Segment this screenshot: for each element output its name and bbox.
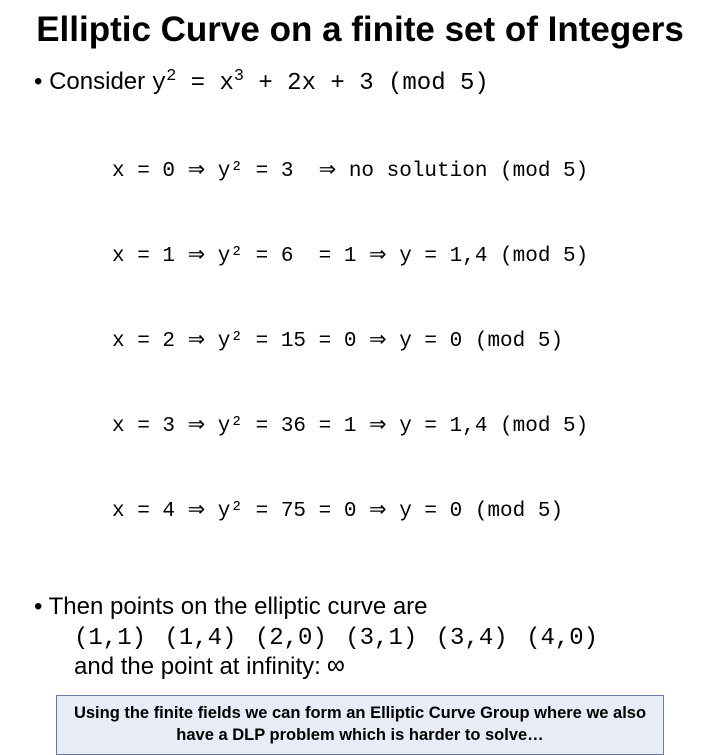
slide-title: Elliptic Curve on a finite set of Intege… (34, 10, 686, 50)
eq-y: y (152, 70, 166, 97)
eq-tail: + 2x + 3 (mod 5) (244, 70, 489, 97)
equation: y2 = x3 + 2x + 3 (mod 5) (152, 70, 489, 97)
infinity-symbol: ∞ (328, 652, 345, 683)
eq-sup2: 3 (234, 67, 244, 86)
points-tail: and the point at infinity: ∞ (74, 652, 686, 683)
computation-row: x = 2 ⇒ y² = 15 = 0 ⇒ y = 0 (mod 5) (112, 328, 686, 356)
computation-block: x = 0 ⇒ y² = 3 ⇒ no solution (mod 5) x =… (112, 101, 686, 583)
computation-row: x = 4 ⇒ y² = 75 = 0 ⇒ y = 0 (mod 5) (112, 498, 686, 526)
points-block: (1,1) (1,4) (2,0) (3,1) (3,4) (4,0) and … (74, 625, 686, 683)
footer-note: Using the finite fields we can form an E… (56, 695, 664, 755)
points-list: (1,1) (1,4) (2,0) (3,1) (3,4) (4,0) (74, 625, 686, 652)
points-tail-text: and the point at infinity: (74, 653, 328, 680)
computation-row: x = 1 ⇒ y² = 6 = 1 ⇒ y = 1,4 (mod 5) (112, 243, 686, 271)
computation-row: x = 0 ⇒ y² = 3 ⇒ no solution (mod 5) (112, 158, 686, 186)
eq-sup1: 2 (166, 67, 176, 86)
then-bullet: Then points on the elliptic curve are (34, 593, 686, 621)
consider-bullet: Consider y2 = x3 + 2x + 3 (mod 5) (34, 68, 686, 97)
computation-row: x = 3 ⇒ y² = 36 = 1 ⇒ y = 1,4 (mod 5) (112, 413, 686, 441)
eq-x: = x (176, 70, 234, 97)
consider-prefix: Consider (49, 68, 152, 95)
